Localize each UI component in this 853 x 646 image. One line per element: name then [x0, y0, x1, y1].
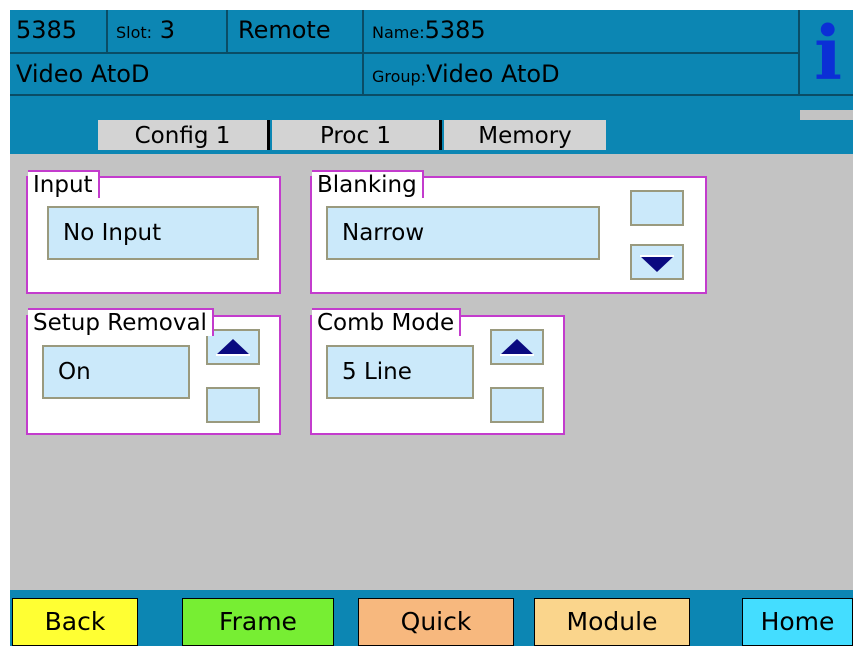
divider: [798, 10, 800, 96]
up-arrow-icon: [500, 339, 534, 356]
home-button[interactable]: Home: [742, 598, 853, 646]
comb-mode-label: Comb Mode: [312, 308, 462, 336]
down-arrow-icon: [640, 255, 674, 272]
comb-mode-field[interactable]: 5 Line: [326, 345, 474, 399]
blanking-down-button[interactable]: [630, 244, 684, 280]
tab-config-1[interactable]: Config 1: [98, 120, 270, 150]
group-label: Group:: [372, 67, 427, 86]
comb-mode-spare-button[interactable]: [490, 387, 544, 423]
group-cell: Group:Video AtoD: [364, 54, 806, 94]
tab-proc-1[interactable]: Proc 1: [272, 120, 442, 150]
slot-value: 3: [159, 16, 175, 44]
name-label: Name:: [372, 23, 425, 42]
name-cell: Name:5385: [364, 10, 806, 52]
comb-mode-up-button[interactable]: [490, 329, 544, 365]
setup-removal-field[interactable]: On: [42, 345, 190, 399]
divider: [226, 10, 228, 52]
info-icon: i: [814, 11, 843, 97]
tab-memory[interactable]: Memory: [444, 120, 606, 150]
setup-removal-up-button[interactable]: [206, 329, 260, 365]
tab-strip: [10, 96, 800, 120]
input-field[interactable]: No Input: [47, 206, 259, 260]
slot-cell: Slot: 3: [108, 10, 234, 52]
setup-removal-label: Setup Removal: [28, 308, 214, 336]
input-label: Input: [28, 170, 100, 198]
mode-label: Remote: [228, 10, 372, 52]
quick-button[interactable]: Quick: [358, 598, 514, 646]
name-value: 5385: [424, 16, 486, 44]
divider: [10, 52, 798, 54]
divider: [106, 10, 108, 52]
module-button[interactable]: Module: [534, 598, 690, 646]
blanking-field[interactable]: Narrow: [326, 206, 600, 260]
card-id: 5385: [10, 10, 112, 52]
blanking-label: Blanking: [312, 170, 424, 198]
slot-label: Slot:: [116, 23, 153, 42]
blanking-spare-button[interactable]: [630, 190, 684, 226]
setup-removal-spare-button[interactable]: [206, 387, 260, 423]
device-screen: 5385 Slot: 3 Remote Name:5385 Video AtoD…: [10, 10, 853, 646]
back-button[interactable]: Back: [12, 598, 138, 646]
card-subtitle: Video AtoD: [10, 54, 364, 94]
divider: [10, 94, 853, 96]
group-value: Video AtoD: [426, 60, 560, 88]
up-arrow-icon: [216, 339, 250, 356]
frame-button[interactable]: Frame: [182, 598, 334, 646]
